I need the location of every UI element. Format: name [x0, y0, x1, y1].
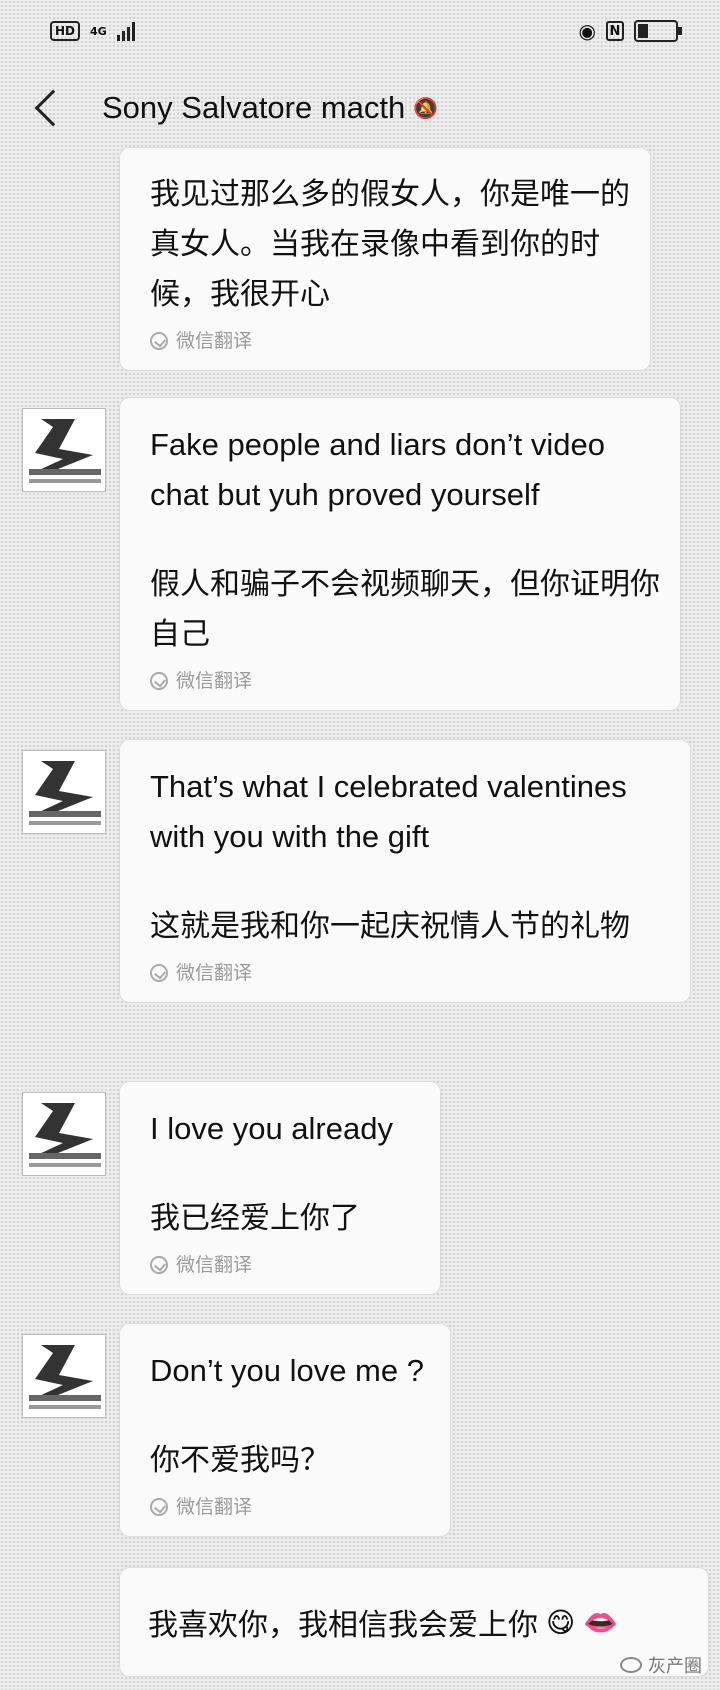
watermark-text: 灰产圈	[648, 1656, 702, 1677]
message-translation: 我已经爱上你了	[150, 1201, 360, 1236]
wechat-icon	[620, 1657, 642, 1673]
translate-label: 微信翻译	[150, 1494, 430, 1520]
network-type: 4G	[90, 24, 107, 38]
avatar[interactable]	[22, 750, 106, 834]
avatar[interactable]	[22, 408, 106, 492]
eye-icon: ◉	[578, 19, 596, 43]
hd-badge: HD	[50, 21, 81, 41]
translate-label-text: 微信翻译	[176, 1496, 253, 1518]
message-translation: 假人和骗子不会视频聊天，但你证明你自己	[150, 567, 660, 652]
message-text: I love you already	[150, 1111, 393, 1146]
avatar[interactable]	[22, 1334, 106, 1418]
message-text: Fake people and liars don’t video chat b…	[150, 427, 605, 512]
message-translation: 这就是我和你一起庆祝情人节的礼物	[150, 909, 630, 944]
battery-icon	[634, 20, 682, 42]
back-icon[interactable]	[34, 89, 72, 127]
message-translation: 我见过那么多的假女人，你是唯一的真女人。当我在录像中看到你的时候，我很开心	[150, 177, 630, 312]
translate-label-text: 微信翻译	[176, 670, 253, 692]
status-bar: HD 4G ◉ N	[0, 0, 720, 62]
message-bubble[interactable]: That’s what I celebrated valentines with…	[120, 740, 690, 1002]
translate-label: 微信翻译	[150, 328, 630, 354]
input-text: 我喜欢你，我相信我会爱上你	[148, 1608, 538, 1643]
translate-label: 微信翻译	[150, 668, 660, 694]
message-translation: 你不爱我吗？	[150, 1443, 330, 1478]
translate-label-text: 微信翻译	[176, 962, 253, 984]
message-bubble[interactable]: Fake people and liars don’t video chat b…	[120, 398, 680, 710]
translate-check-icon	[150, 964, 168, 982]
avatar[interactable]	[22, 1092, 106, 1176]
signal-icon	[116, 21, 135, 41]
nfc-icon: N	[606, 21, 624, 41]
emoji-yum-icon: 😋	[546, 1605, 576, 1639]
translate-label-text: 微信翻译	[176, 330, 253, 352]
message-bubble[interactable]: 我见过那么多的假女人，你是唯一的真女人。当我在录像中看到你的时候，我很开心 微信…	[120, 148, 650, 370]
translate-check-icon	[150, 1256, 168, 1274]
chat-header: Sony Salvatore macth 🔕	[0, 72, 720, 144]
message-text: That’s what I celebrated valentines with…	[150, 769, 627, 854]
message-bubble[interactable]: Don’t you love me ? 你不爱我吗？ 微信翻译	[120, 1324, 450, 1536]
watermark: 灰产圈	[620, 1652, 702, 1678]
message-text: Don’t you love me ?	[150, 1353, 424, 1388]
message-bubble[interactable]: I love you already 我已经爱上你了 微信翻译	[120, 1082, 440, 1294]
translate-check-icon	[150, 1498, 168, 1516]
status-left: HD 4G	[50, 21, 135, 41]
translate-label: 微信翻译	[150, 1252, 420, 1278]
mute-bell-icon: 🔕	[413, 96, 439, 120]
translate-check-icon	[150, 332, 168, 350]
translate-label-text: 微信翻译	[176, 1254, 253, 1276]
status-right: ◉ N	[578, 19, 682, 43]
translate-check-icon	[150, 672, 168, 690]
translate-label: 微信翻译	[150, 960, 670, 986]
emoji-lips-icon: 👄	[583, 1605, 619, 1639]
chat-title: Sony Salvatore macth	[102, 90, 406, 125]
